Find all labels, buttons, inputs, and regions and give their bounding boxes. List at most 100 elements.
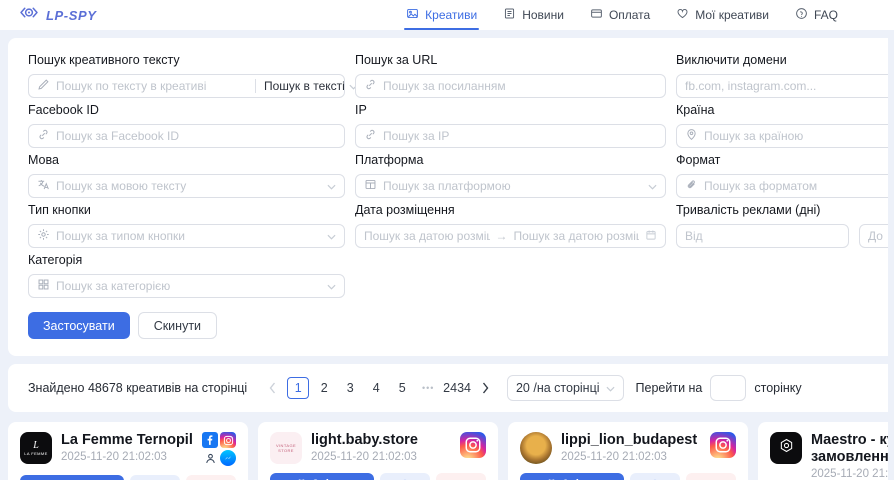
- news-icon: [503, 7, 516, 23]
- filter-platform: Платформа Пошук за платформою: [355, 153, 666, 198]
- exclude-domains-field[interactable]: [685, 79, 894, 93]
- filter-language: Мова Пошук за мовою тексту: [28, 153, 345, 198]
- arrow-right-icon: →: [496, 229, 508, 243]
- filter-label: Категорія: [28, 253, 345, 268]
- creative-text-input[interactable]: [29, 78, 249, 94]
- pencil-icon: [37, 78, 50, 94]
- page-button-2[interactable]: 2: [313, 377, 335, 399]
- apply-button[interactable]: Застосувати: [28, 312, 130, 339]
- card-date: 2025-11-20 21:02:03: [561, 451, 697, 463]
- nav-tab-faq[interactable]: FAQ: [795, 0, 838, 30]
- filter-placement-date: Дата розміщення →: [355, 203, 666, 248]
- creative-card[interactable]: L LA FEMME La Femme Ternopil 2025-11-20 …: [8, 422, 248, 480]
- select-placeholder: Пошук за платформою: [383, 179, 511, 193]
- scrollbar-track[interactable]: [888, 30, 894, 480]
- filter-label: Платформа: [355, 153, 666, 168]
- main-nav: Креативи Новини Оплата Мої креативи FAQ: [406, 0, 838, 30]
- messenger-icon: [220, 450, 236, 466]
- days-active-button[interactable]: 0 days: [520, 473, 624, 480]
- platform-icons: [202, 432, 236, 466]
- facebook-icon: [202, 432, 218, 448]
- page-button-4[interactable]: 4: [365, 377, 387, 399]
- avatar: [520, 432, 552, 464]
- filter-label: Пошук за URL: [355, 53, 666, 68]
- card-title: замовлення в Ужго: [811, 449, 894, 466]
- card-title: lippi_lion_budapest: [561, 432, 697, 449]
- instagram-icon: [460, 432, 486, 458]
- goto-page-input[interactable]: [710, 375, 746, 401]
- card-title: Maestro - кухні, ме: [811, 432, 894, 449]
- reset-button[interactable]: Скинути: [138, 312, 217, 339]
- avatar: L LA FEMME: [20, 432, 52, 464]
- creative-card[interactable]: VINTAGE STORE light.baby.store 2025-11-2…: [258, 422, 498, 480]
- filter-label: IP: [355, 103, 666, 118]
- pagination-ellipsis[interactable]: •••: [417, 377, 439, 399]
- filter-format: Формат: [676, 153, 894, 198]
- card-date: 2025-11-20 21:02:03: [311, 451, 418, 463]
- paperclip-icon: [685, 178, 698, 194]
- prev-page-button[interactable]: [261, 377, 283, 399]
- page-size-select[interactable]: 20 /на сторінці: [507, 375, 624, 401]
- results-summary: Знайдено 48678 креативів на сторінці: [28, 381, 247, 395]
- nav-tab-my-creatives[interactable]: Мої креативи: [676, 0, 769, 30]
- creatives-row: L LA FEMME La Femme Ternopil 2025-11-20 …: [8, 422, 894, 480]
- url-field[interactable]: [383, 79, 657, 93]
- hexagon-logo-icon: [779, 438, 794, 458]
- nav-label: Новини: [522, 8, 564, 22]
- creative-text-field[interactable]: [56, 79, 241, 93]
- country-field[interactable]: [704, 129, 894, 143]
- facebook-id-input[interactable]: [28, 124, 345, 148]
- ip-field[interactable]: [383, 129, 657, 143]
- chevron-down-icon: [648, 179, 657, 193]
- filter-label: Дата розміщення: [355, 203, 666, 218]
- category-select[interactable]: Пошук за категорією: [28, 274, 345, 298]
- button-type-select[interactable]: Пошук за типом кнопки: [28, 224, 345, 248]
- favorite-button[interactable]: [186, 475, 236, 480]
- creative-card[interactable]: lippi_lion_budapest 2025-11-20 21:02:03 …: [508, 422, 748, 480]
- page-size-value: 20 /на сторінці: [516, 381, 600, 395]
- next-page-button[interactable]: [475, 377, 497, 399]
- nav-tab-payment[interactable]: Оплата: [590, 0, 650, 30]
- brand-logo[interactable]: LP-SPY: [18, 5, 97, 25]
- date-from-field[interactable]: [364, 229, 490, 243]
- language-select[interactable]: Пошук за мовою тексту: [28, 174, 345, 198]
- page-button-5[interactable]: 5: [391, 377, 413, 399]
- exclude-domains-input[interactable]: [676, 74, 894, 98]
- creative-text-mode-select[interactable]: Пошук в тексті: [255, 79, 344, 93]
- facebook-id-field[interactable]: [56, 129, 336, 143]
- eye-logo-icon: [18, 5, 40, 25]
- avatar: VINTAGE STORE: [270, 432, 302, 464]
- country-input[interactable]: [676, 124, 894, 148]
- favorite-button[interactable]: [436, 473, 486, 480]
- url-input[interactable]: [355, 74, 666, 98]
- format-input[interactable]: [676, 174, 894, 198]
- avatar: [770, 432, 802, 464]
- page-button-3[interactable]: 3: [339, 377, 361, 399]
- instagram-icon: [710, 432, 736, 458]
- duration-from-field[interactable]: [685, 229, 840, 243]
- creative-card[interactable]: Maestro - кухні, ме замовлення в Ужго 20…: [758, 422, 894, 480]
- date-range-picker[interactable]: →: [355, 224, 666, 248]
- platform-select[interactable]: Пошук за платформою: [355, 174, 666, 198]
- nav-tab-news[interactable]: Новини: [503, 0, 564, 30]
- card-title: light.baby.store: [311, 432, 418, 449]
- duration-from-input[interactable]: [676, 224, 849, 248]
- days-active-button[interactable]: 3 days: [20, 475, 124, 480]
- favorite-button[interactable]: [686, 473, 736, 480]
- view-button[interactable]: [630, 473, 680, 480]
- card-title: La Femme Ternopil: [61, 432, 193, 449]
- format-field[interactable]: [704, 179, 894, 193]
- ip-input[interactable]: [355, 124, 666, 148]
- date-to-field[interactable]: [514, 229, 640, 243]
- view-button[interactable]: [380, 473, 430, 480]
- chevron-down-icon: [327, 179, 336, 193]
- page-button-1[interactable]: 1: [287, 377, 309, 399]
- instagram-icon: [220, 432, 236, 448]
- page-button-last[interactable]: 2434: [443, 377, 471, 399]
- window-grid-icon: [364, 178, 377, 194]
- days-active-button[interactable]: 3 days: [270, 473, 374, 480]
- image-icon: [406, 7, 419, 23]
- view-button[interactable]: [130, 475, 180, 480]
- nav-tab-creatives[interactable]: Креативи: [406, 0, 477, 30]
- gear-icon: [37, 228, 50, 244]
